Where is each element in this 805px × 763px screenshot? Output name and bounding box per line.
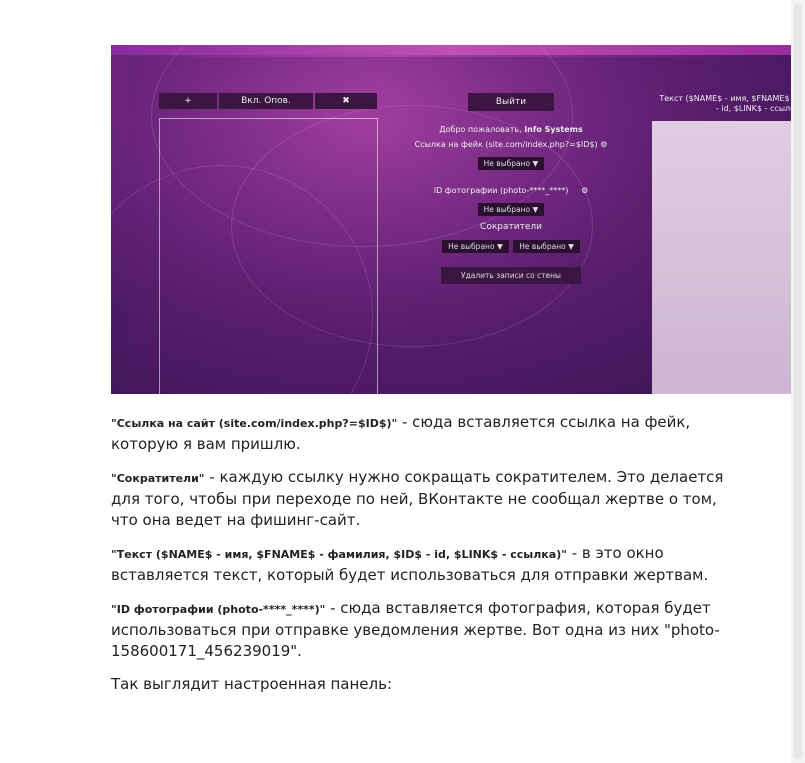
dropdown-value: Не выбрано	[483, 205, 531, 214]
chevron-down-icon: ▼	[496, 242, 503, 251]
text-label-line-2: - id, $LINK$ - ссылк	[715, 104, 791, 113]
welcome-user: Info Systems	[524, 125, 583, 134]
paragraph-text: "Текст ($NAME$ - имя, $FNAME$ - фамилия,…	[111, 543, 736, 586]
fake-link-row: Ссылка на фейк (site.com/index.php?=$ID$…	[401, 140, 621, 149]
chevron-down-icon: ▼	[568, 242, 574, 251]
add-icon: +	[184, 96, 192, 106]
dropdown-value: Не выбрано	[483, 159, 531, 168]
term: "Текст ($NAME$ - имя, $FNAME$ - фамилия,…	[111, 548, 567, 561]
term: "Ссылка на сайт (site.com/index.php?=$ID…	[111, 417, 398, 430]
shortener-dropdown-1[interactable]: Не выбрано ▼	[442, 240, 509, 253]
shorteners-label: Сократители	[480, 222, 542, 232]
chevron-down-icon: ▼	[532, 205, 539, 214]
fake-link-label: Ссылка на фейк (site.com/index.php?=$ID$…	[414, 140, 598, 149]
add-button[interactable]: +	[159, 93, 217, 109]
article-body: "Ссылка на сайт (site.com/index.php?=$ID…	[111, 412, 736, 707]
paragraph-photo-id: "ID фотографии (photo-****_****)" - сюда…	[111, 598, 736, 662]
left-list-panel	[159, 118, 378, 394]
paragraph-fake-link: "Ссылка на сайт (site.com/index.php?=$ID…	[111, 412, 736, 455]
text-label-line-1: Текст ($NAME$ - имя, $FNAME$ -	[659, 94, 791, 103]
photo-id-dropdown[interactable]: Не выбрано ▼	[477, 203, 545, 216]
welcome-text: Добро пожаловать, Info Systems	[401, 125, 621, 134]
close-icon: ✖	[342, 96, 350, 106]
delete-wall-posts-button[interactable]: Удалить записи со стены	[441, 267, 581, 284]
description: Так выглядит настроенная панель:	[111, 675, 393, 693]
paragraph-configured-panel: Так выглядит настроенная панель:	[111, 674, 736, 695]
message-text-area[interactable]	[652, 121, 791, 394]
shorteners-selects: Не выбрано ▼ Не выбрано ▼	[401, 238, 621, 255]
dropdown-value: Не выбрано	[519, 242, 566, 251]
paragraph-shorteners: "Сократители" - каждую ссылку нужно сокр…	[111, 467, 736, 531]
gear-icon[interactable]: ⚙	[600, 140, 607, 149]
shortener-dropdown-2[interactable]: Не выбрано ▼	[513, 240, 580, 253]
close-button[interactable]: ✖	[315, 93, 377, 109]
welcome-prefix: Добро пожаловать,	[439, 125, 522, 134]
settings-column: Выйти Добро пожаловать, Info Systems Ссы…	[401, 93, 621, 284]
notify-toggle-button[interactable]: Вкл. Опов.	[219, 93, 313, 109]
photo-id-label: ID фотографии (photo-****_****)	[433, 186, 569, 195]
photo-id-row: ID фотографии (photo-****_****) ⚙	[401, 186, 621, 195]
gear-icon[interactable]: ⚙	[581, 186, 588, 195]
exit-button[interactable]: Выйти	[467, 93, 555, 111]
fake-link-select[interactable]: Не выбрано ▼	[401, 155, 621, 172]
fake-link-dropdown[interactable]: Не выбрано ▼	[477, 157, 545, 170]
page-scrollbar[interactable]	[791, 0, 805, 763]
term: "Сократители"	[111, 472, 205, 485]
photo-id-select[interactable]: Не выбрано ▼	[401, 201, 621, 218]
term: "ID фотографии (photo-****_****)"	[111, 603, 326, 616]
scrollbar-thumb[interactable]	[794, 4, 802, 759]
notify-toggle-label: Вкл. Опов.	[241, 96, 291, 106]
text-field-label: Текст ($NAME$ - имя, $FNAME$ - - id, $LI…	[631, 94, 791, 114]
chevron-down-icon: ▼	[532, 159, 539, 168]
panel-screenshot: + Вкл. Опов. ✖ Выйти Добро пожаловать, I…	[111, 45, 791, 394]
dropdown-value: Не выбрано	[448, 242, 495, 251]
